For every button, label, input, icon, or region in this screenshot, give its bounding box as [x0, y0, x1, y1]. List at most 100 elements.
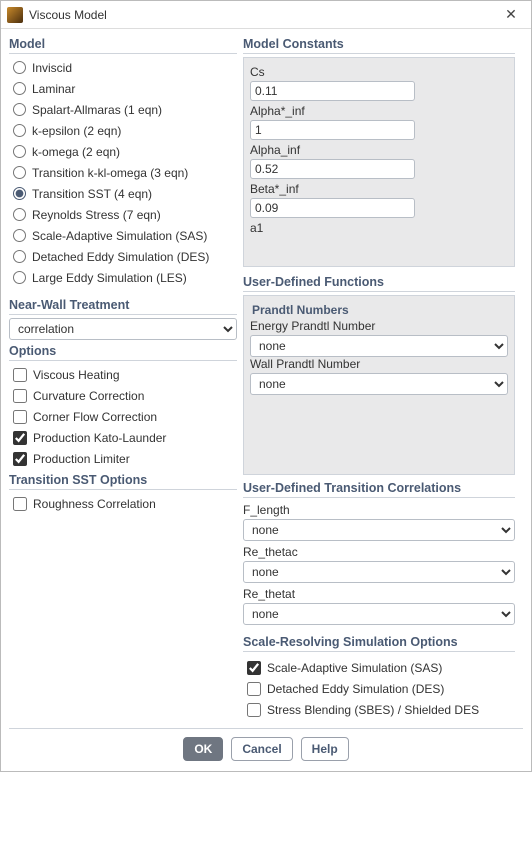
cancel-button[interactable]: Cancel [231, 737, 292, 761]
udf-title: User-Defined Functions [243, 275, 515, 292]
close-icon[interactable]: ✕ [497, 6, 525, 23]
option-row: Production Kato-Launder [9, 427, 237, 448]
srs-option-row: Detached Eddy Simulation (DES) [243, 678, 515, 699]
constant-input[interactable] [250, 159, 415, 179]
constant-label: Alpha_inf [250, 143, 508, 157]
constants-title: Model Constants [243, 37, 515, 54]
udtc-label: Re_thetac [243, 545, 515, 559]
model-radio-row: Detached Eddy Simulation (DES) [9, 246, 237, 267]
tsst-option-label: Roughness Correlation [33, 497, 156, 511]
model-radio-label: Scale-Adaptive Simulation (SAS) [32, 229, 207, 243]
option-label: Corner Flow Correction [33, 410, 157, 424]
model-radio-label: Transition k-kl-omega (3 eqn) [32, 166, 188, 180]
srs-option-row: Scale-Adaptive Simulation (SAS) [243, 657, 515, 678]
ok-button[interactable]: OK [183, 737, 223, 761]
model-radio-row: Scale-Adaptive Simulation (SAS) [9, 225, 237, 246]
udf-label: Wall Prandtl Number [250, 357, 508, 371]
model-radio[interactable] [13, 145, 26, 158]
model-radio[interactable] [13, 229, 26, 242]
srs-option-label: Scale-Adaptive Simulation (SAS) [267, 661, 442, 675]
model-radio-label: Reynolds Stress (7 eqn) [32, 208, 161, 222]
srs-option-row: Stress Blending (SBES) / Shielded DES [243, 699, 515, 720]
model-radio[interactable] [13, 82, 26, 95]
constant-label: a1 [250, 221, 508, 235]
options-group: Viscous Heating Curvature Correction Corne… [9, 364, 237, 469]
model-radio-label: Detached Eddy Simulation (DES) [32, 250, 209, 264]
tsst-option-checkbox[interactable] [13, 497, 27, 511]
option-label: Production Kato-Launder [33, 431, 166, 445]
model-radio-label: Inviscid [32, 61, 72, 75]
footer: OK Cancel Help [1, 729, 531, 771]
window-title: Viscous Model [29, 8, 497, 22]
constant-input[interactable] [250, 198, 415, 218]
model-radio-label: Laminar [32, 82, 75, 96]
model-radio-row: Spalart-Allmaras (1 eqn) [9, 99, 237, 120]
udtc-select[interactable]: none [243, 561, 515, 583]
constant-label: Alpha*_inf [250, 104, 508, 118]
titlebar: Viscous Model ✕ [1, 1, 531, 29]
model-radio[interactable] [13, 250, 26, 263]
option-checkbox[interactable] [13, 431, 27, 445]
option-checkbox[interactable] [13, 452, 27, 466]
prandtl-title: Prandtl Numbers [252, 303, 508, 317]
model-radio[interactable] [13, 103, 26, 116]
constants-scroll[interactable]: CsAlpha*_infAlpha_infBeta*_infa1 [243, 57, 515, 267]
model-radio-row: Large Eddy Simulation (LES) [9, 267, 237, 288]
constant-input[interactable] [250, 81, 415, 101]
model-radio-row: Transition SST (4 eqn) [9, 183, 237, 204]
option-row: Viscous Heating [9, 364, 237, 385]
app-icon [7, 7, 23, 23]
udtc-select[interactable]: none [243, 603, 515, 625]
constant-input[interactable] [250, 120, 415, 140]
tsst-option-row: Roughness Correlation [9, 493, 237, 514]
model-radio-row: Reynolds Stress (7 eqn) [9, 204, 237, 225]
srs-title: Scale-Resolving Simulation Options [243, 635, 515, 652]
model-radio-group: Inviscid Laminar Spalart-Allmaras (1 eqn) k… [9, 57, 237, 292]
help-button[interactable]: Help [301, 737, 349, 761]
model-radio[interactable] [13, 61, 26, 74]
near-wall-title: Near-Wall Treatment [9, 298, 237, 315]
model-radio-row: k-omega (2 eqn) [9, 141, 237, 162]
udtc-label: F_length [243, 503, 515, 517]
option-checkbox[interactable] [13, 389, 27, 403]
model-radio-row: k-epsilon (2 eqn) [9, 120, 237, 141]
option-label: Viscous Heating [33, 368, 120, 382]
option-row: Curvature Correction [9, 385, 237, 406]
constant-label: Cs [250, 65, 508, 79]
model-radio[interactable] [13, 166, 26, 179]
udf-label: Energy Prandtl Number [250, 319, 508, 333]
model-radio-label: Large Eddy Simulation (LES) [32, 271, 187, 285]
model-radio[interactable] [13, 124, 26, 137]
model-radio[interactable] [13, 187, 26, 200]
udf-select[interactable]: none [250, 373, 508, 395]
srs-option-checkbox[interactable] [247, 661, 261, 675]
tsst-group: Roughness Correlation [9, 493, 237, 514]
udtc-label: Re_thetat [243, 587, 515, 601]
udtc-select[interactable]: none [243, 519, 515, 541]
model-radio-label: k-omega (2 eqn) [32, 145, 120, 159]
srs-box: Scale-Adaptive Simulation (SAS) Detached … [243, 655, 515, 722]
model-radio[interactable] [13, 271, 26, 284]
model-radio-row: Transition k-kl-omega (3 eqn) [9, 162, 237, 183]
options-title: Options [9, 344, 237, 361]
udf-box: Prandtl Numbers Energy Prandtl Number non… [243, 295, 515, 475]
option-label: Curvature Correction [33, 389, 144, 403]
tsst-title: Transition SST Options [9, 473, 237, 490]
viscous-model-dialog: Viscous Model ✕ Model Inviscid Laminar Spa… [0, 0, 532, 772]
option-row: Corner Flow Correction [9, 406, 237, 427]
near-wall-select[interactable]: correlation [9, 318, 237, 340]
model-radio-row: Laminar [9, 78, 237, 99]
model-radio-row: Inviscid [9, 57, 237, 78]
option-checkbox[interactable] [13, 410, 27, 424]
model-title: Model [9, 37, 237, 54]
option-label: Production Limiter [33, 452, 130, 466]
option-checkbox[interactable] [13, 368, 27, 382]
udtc-title: User-Defined Transition Correlations [243, 481, 515, 498]
model-radio[interactable] [13, 208, 26, 221]
model-radio-label: k-epsilon (2 eqn) [32, 124, 121, 138]
udf-select[interactable]: none [250, 335, 508, 357]
srs-option-checkbox[interactable] [247, 703, 261, 717]
srs-option-checkbox[interactable] [247, 682, 261, 696]
udtc-box: F_lengthnoneRe_thetacnoneRe_thetatnone [243, 501, 515, 633]
model-radio-label: Spalart-Allmaras (1 eqn) [32, 103, 162, 117]
